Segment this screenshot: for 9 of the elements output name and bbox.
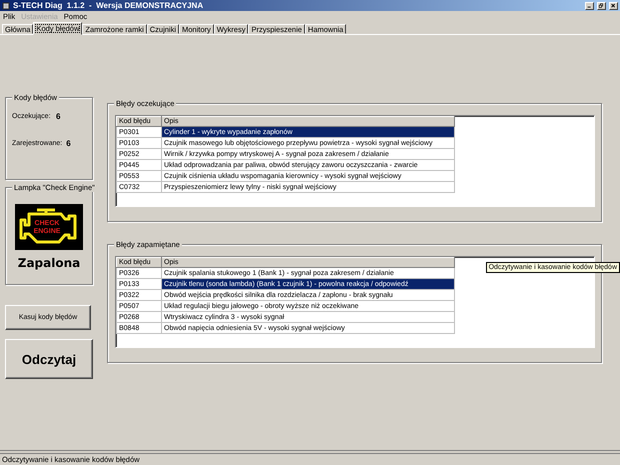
action-button[interactable]: Odczytaj [5,339,93,379]
window-title: S-TECH Diag 1.1.2 - Wersja DEMONSTRACYJNA [13,1,204,10]
close-button[interactable] [609,2,618,10]
lamp-status: Zapalona [18,256,80,270]
count-value: 6 [56,112,60,121]
restore-button[interactable] [597,2,606,10]
count-value: 6 [66,139,71,148]
minimize-button[interactable] [585,2,594,10]
app-icon [2,2,10,10]
